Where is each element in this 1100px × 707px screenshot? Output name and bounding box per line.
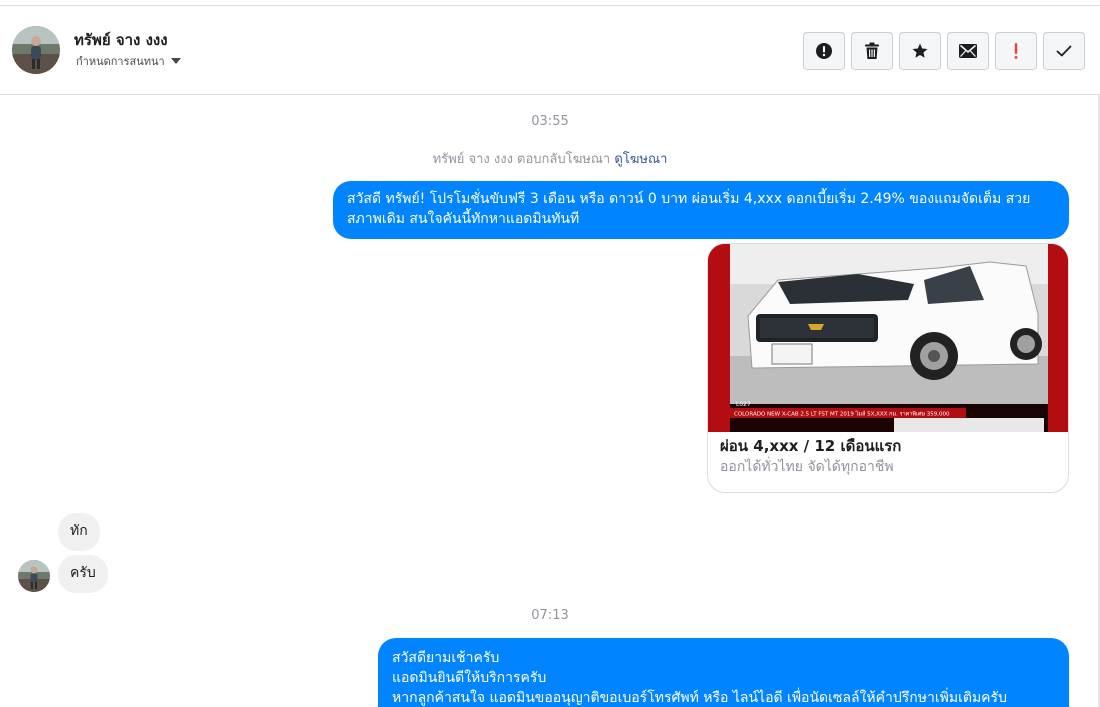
assign-label: กำหนดการสนทนา xyxy=(76,55,165,68)
mark-unread-button[interactable] xyxy=(947,32,989,70)
message-line: หากลูกค้าสนใจ แอดมินขออนุญาติขอเบอร์โทรศ… xyxy=(392,690,1007,706)
delete-button[interactable] xyxy=(851,32,893,70)
view-ad-link[interactable]: ดูโฆษณา xyxy=(614,152,667,167)
ad-card-title: ผ่อน 4,xxx / 12 เดือนแรก xyxy=(720,437,902,455)
ad-image-caption: COLORADO NEW X-CAB 2.5 LT FST MT 2019 ไม… xyxy=(734,411,950,418)
follow-up-button[interactable] xyxy=(995,32,1037,70)
star-button[interactable] xyxy=(899,32,941,70)
timestamp: 03:55 xyxy=(531,114,569,129)
contact-name[interactable]: ทรัพย์ จาง งงง xyxy=(74,28,168,52)
trash-icon xyxy=(865,42,879,59)
envelope-icon xyxy=(959,44,977,58)
ad-image-code: L027 xyxy=(736,401,751,408)
mark-done-button[interactable] xyxy=(1043,32,1085,70)
contact-avatar-small[interactable] xyxy=(18,560,50,592)
spam-button[interactable] xyxy=(803,32,845,70)
ad-reply-notice: ทรัพย์ จาง งงง ตอบกลับโฆษณา ดูโฆษณา xyxy=(0,148,1100,169)
message-line: แอดมินยินดีให้บริการครับ xyxy=(392,670,547,686)
ad-card-image: L027 COLORADO NEW X-CAB 2.5 LT FST MT 20… xyxy=(708,244,1068,432)
alert-circle-icon xyxy=(816,43,832,59)
outgoing-message[interactable]: สวัสดี ทรัพย์! โปรโมชั่นขับฟรี 3 เดือน ห… xyxy=(333,181,1069,239)
ad-card[interactable]: L027 COLORADO NEW X-CAB 2.5 LT FST MT 20… xyxy=(707,243,1069,493)
checkmark-icon xyxy=(1056,45,1072,57)
chevron-down-icon xyxy=(170,58,181,64)
ad-reply-text: ทรัพย์ จาง งงง ตอบกลับโฆษณา xyxy=(432,152,611,167)
outgoing-message[interactable]: สวัสดียามเช้าครับ แอดมินยินดีให้บริการคร… xyxy=(378,638,1069,707)
ad-card-subtitle: ออกได้ทั่วไทย จัดได้ทุกอาชีพ xyxy=(720,459,894,475)
assign-conversation-dropdown[interactable]: กำหนดการสนทนา xyxy=(76,52,181,70)
message-line: สวัสดียามเช้าครับ xyxy=(392,650,500,666)
exclamation-icon xyxy=(1014,43,1018,59)
timestamp: 07:13 xyxy=(531,608,569,623)
star-icon xyxy=(912,43,928,58)
conversation-header: ทรัพย์ จาง งงง กำหนดการสนทนา xyxy=(0,6,1100,95)
conversation-toolbar xyxy=(803,32,1085,70)
incoming-message[interactable]: ทัก xyxy=(58,513,100,551)
contact-avatar[interactable] xyxy=(12,26,60,74)
incoming-message[interactable]: ครับ xyxy=(58,555,108,593)
